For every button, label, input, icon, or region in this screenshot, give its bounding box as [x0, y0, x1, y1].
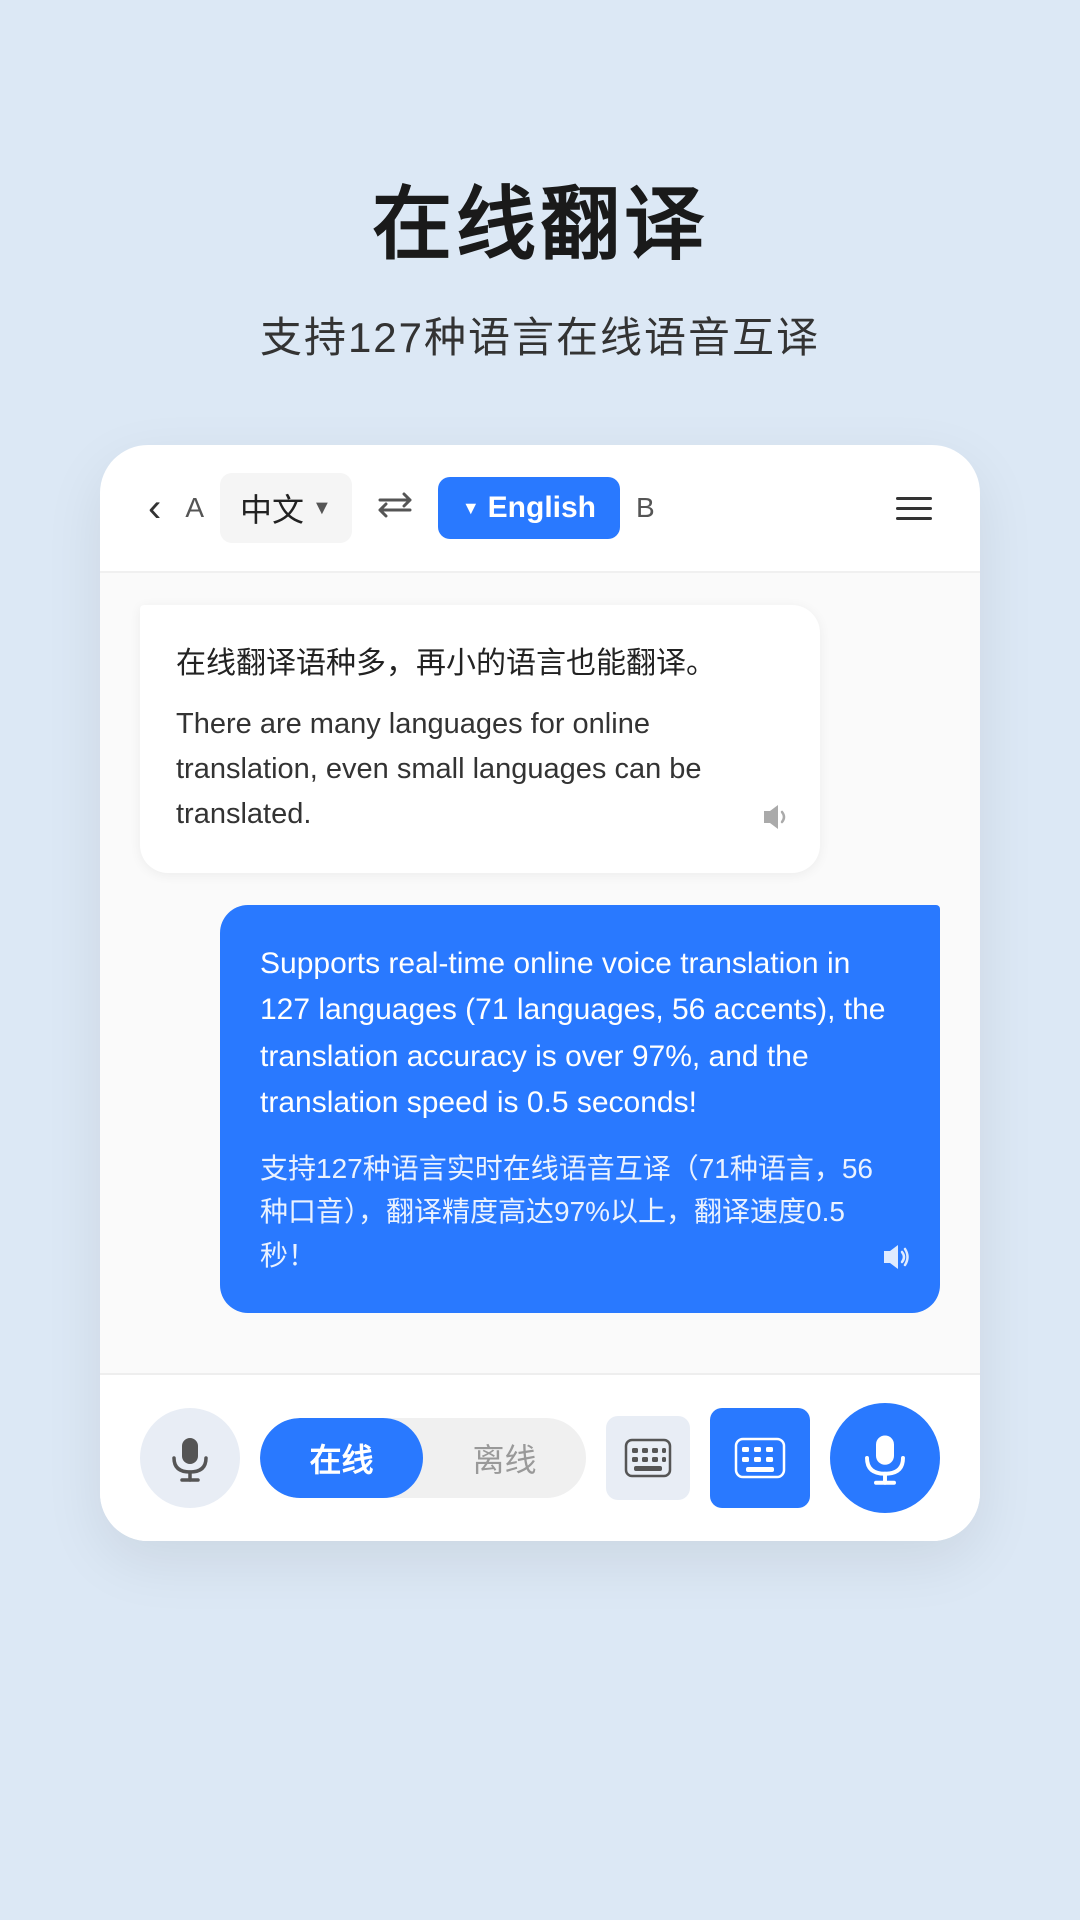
keyboard-outline-button[interactable] [606, 1416, 690, 1500]
lang-a-label: A [185, 492, 204, 524]
bottom-bar: 在线 离线 [100, 1373, 980, 1541]
incoming-original-text: 在线翻译语种多，再小的语言也能翻译。 [176, 641, 772, 686]
incoming-translated-text: There are many languages for online tran… [176, 702, 772, 837]
page-title: 在线翻译 [60, 160, 1020, 276]
incoming-message: 在线翻译语种多，再小的语言也能翻译。 There are many langua… [140, 605, 820, 873]
back-button[interactable]: ‹ [140, 478, 169, 539]
nav-bar: ‹ A 中文 ▼ ▼ English B [100, 445, 980, 573]
phone-card: ‹ A 中文 ▼ ▼ English B 在线翻译语种多，再小的语言也能翻译。 [100, 445, 980, 1541]
source-language-label: 中文 [240, 485, 304, 531]
source-language-dropdown-icon: ▼ [312, 497, 332, 520]
menu-line-3 [896, 517, 932, 520]
menu-line-1 [896, 497, 932, 500]
lang-b-label: B [636, 492, 655, 524]
incoming-sound-button[interactable] [760, 801, 792, 841]
outgoing-chinese-text: 支持127种语言实时在线语音互译（71种语言，56种口音），翻译精度高达97%以… [260, 1147, 900, 1277]
outgoing-sound-button[interactable] [880, 1241, 912, 1281]
source-language-selector[interactable]: 中文 ▼ [220, 473, 352, 543]
target-language-label: English [488, 491, 596, 525]
mode-toggle[interactable]: 在线 离线 [260, 1418, 586, 1498]
online-mode-button[interactable]: 在线 [260, 1418, 423, 1498]
page-subtitle: 支持127种语言在线语音互译 [60, 304, 1020, 365]
menu-button[interactable] [888, 489, 940, 528]
outgoing-english-text: Supports real-time online voice translat… [260, 941, 900, 1127]
target-language-dropdown-icon: ▼ [462, 498, 480, 519]
outgoing-message: Supports real-time online voice translat… [220, 905, 940, 1313]
big-mic-button[interactable] [830, 1403, 940, 1513]
chat-area: 在线翻译语种多，再小的语言也能翻译。 There are many langua… [100, 573, 980, 1373]
small-mic-button[interactable] [140, 1408, 240, 1508]
offline-mode-button[interactable]: 离线 [423, 1418, 586, 1498]
page-header: 在线翻译 支持127种语言在线语音互译 [0, 0, 1080, 445]
target-language-selector[interactable]: ▼ English [438, 477, 620, 539]
swap-languages-button[interactable] [376, 487, 414, 529]
keyboard-filled-button[interactable] [710, 1408, 810, 1508]
menu-line-2 [896, 507, 932, 510]
